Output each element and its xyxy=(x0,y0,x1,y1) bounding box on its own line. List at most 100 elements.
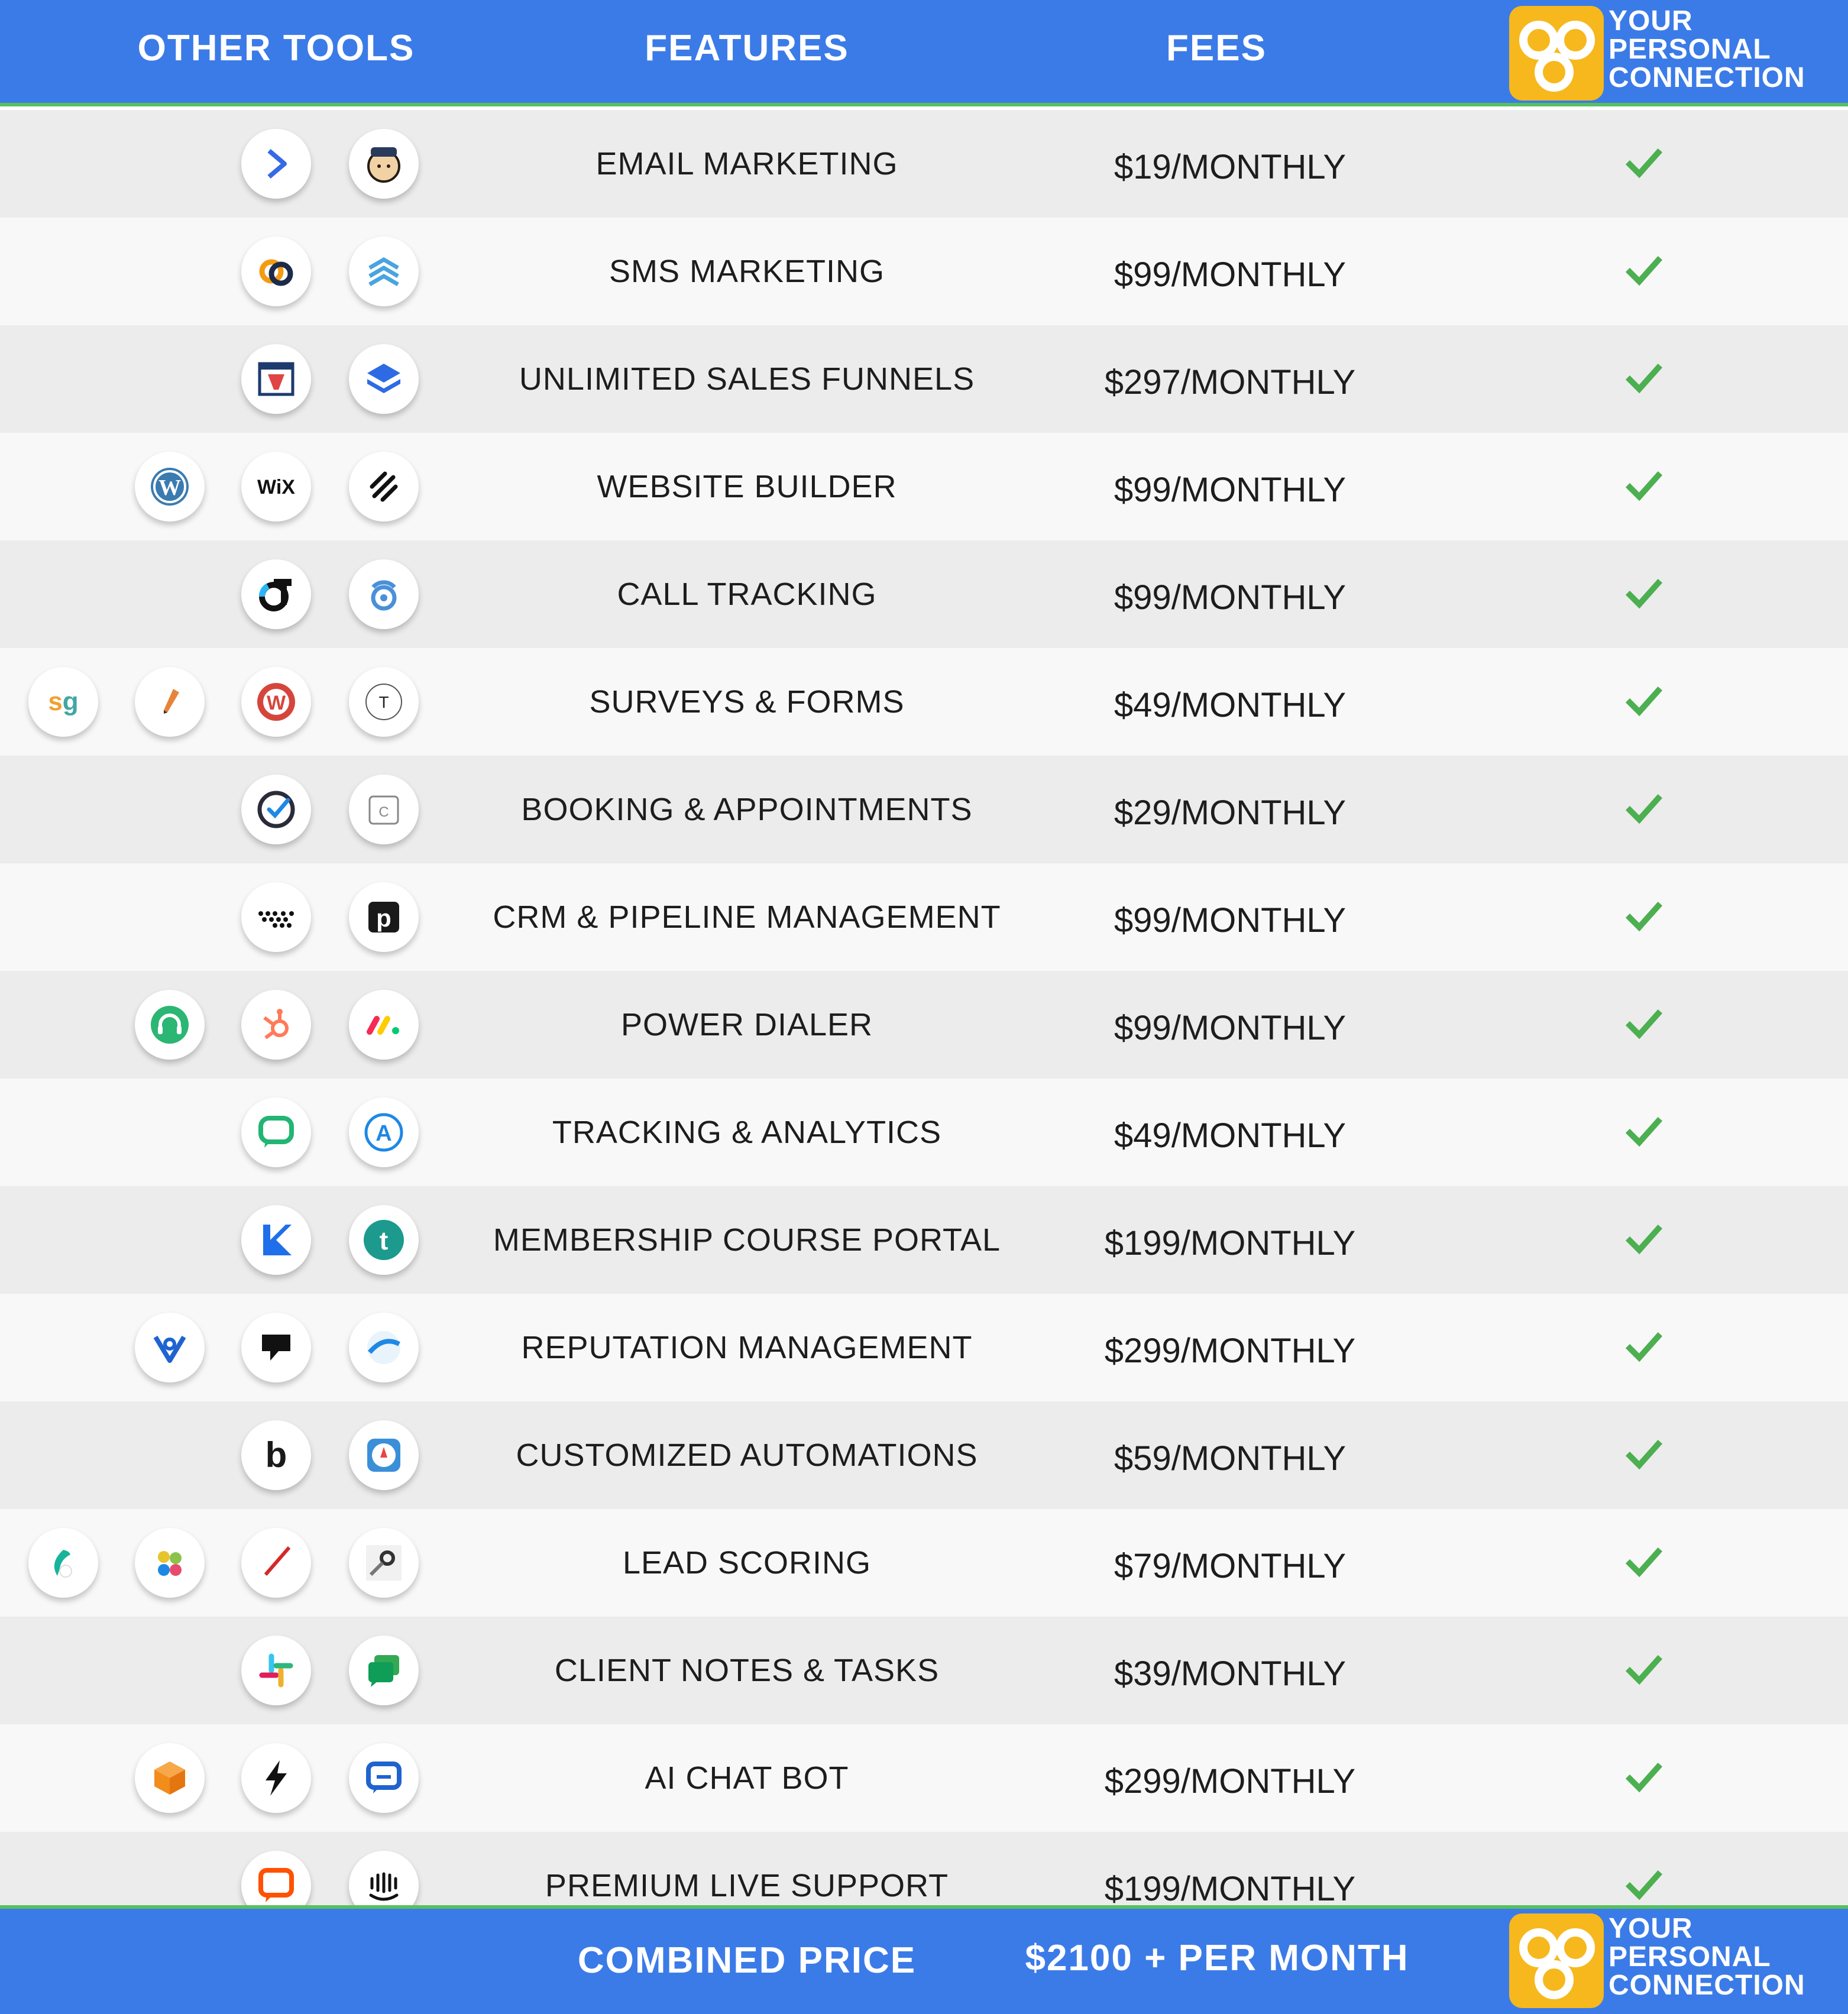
surveygizmo-icon: sg xyxy=(28,667,98,737)
fee-value: $39/MONTHLY xyxy=(1114,1654,1347,1693)
compass-icon xyxy=(349,1420,419,1490)
table-row: sg W T SURVEYS & FORMS $49/MONTHLY xyxy=(0,648,1848,756)
kajabi-icon xyxy=(241,1205,311,1275)
checkmark-icon xyxy=(1625,1436,1663,1474)
feature-name: REPUTATION MANAGEMENT xyxy=(521,1330,973,1365)
feature-name: CLIENT NOTES & TASKS xyxy=(554,1653,940,1688)
svg-text:t: t xyxy=(380,1226,389,1255)
teachable-icon: t xyxy=(349,1205,419,1275)
checkmark-icon xyxy=(1625,682,1663,720)
table-row: p CRM & PIPELINE MANAGEMENT $99/MONTHLY xyxy=(0,863,1848,971)
feature-name: WEBSITE BUILDER xyxy=(597,469,897,504)
table-row: AI CHAT BOT $299/MONTHLY xyxy=(0,1724,1848,1832)
combined-price-label: COMBINED PRICE xyxy=(577,1940,917,1981)
table-row: EMAIL MARKETING $19/MONTHLY xyxy=(0,110,1848,218)
svg-text:A: A xyxy=(376,1121,391,1146)
comparison-page: OTHER TOOLS FEATURES FEES YOUR PERSONAL … xyxy=(0,0,1848,2014)
checkmark-icon xyxy=(1625,1328,1663,1366)
table-row: LEAD SCORING $79/MONTHLY xyxy=(0,1509,1848,1617)
brand-badge-icon xyxy=(1509,6,1604,101)
combined-price-value: $2100 + PER MONTH xyxy=(1025,1938,1409,1979)
feature-name: POWER DIALER xyxy=(620,1007,873,1042)
pipedrive-icon: p xyxy=(349,882,419,952)
fee-value: $299/MONTHLY xyxy=(1104,1762,1356,1801)
analytics-icon: A xyxy=(349,1097,419,1167)
checkmark-icon xyxy=(1625,898,1663,935)
checkmark-icon xyxy=(1625,1759,1663,1796)
svg-text:C: C xyxy=(378,804,389,820)
layers-icon xyxy=(349,344,419,414)
chat-bubble-icon xyxy=(241,1097,311,1167)
monday-icon xyxy=(349,990,419,1060)
brand-line-3: CONNECTION xyxy=(1608,62,1805,93)
svg-text:WiX: WiX xyxy=(257,476,295,498)
needle-icon xyxy=(241,1528,311,1598)
table-row: CLIENT NOTES & TASKS $39/MONTHLY xyxy=(0,1617,1848,1724)
fee-value: $19/MONTHLY xyxy=(1114,148,1347,186)
checkmark-icon xyxy=(1625,144,1663,182)
mailchimp-icon xyxy=(349,129,419,199)
feature-name: AI CHAT BOT xyxy=(645,1760,849,1796)
feature-name: SURVEYS & FORMS xyxy=(589,684,905,720)
footer-brand-name: YOUR PERSONAL CONNECTION xyxy=(1608,1915,1805,2000)
svg-text:W: W xyxy=(267,692,286,714)
brand-line-1: YOUR xyxy=(1608,5,1693,37)
checkmark-icon xyxy=(1625,1220,1663,1258)
other-tools-heading: OTHER TOOLS xyxy=(137,28,415,69)
fee-value: $79/MONTHLY xyxy=(1114,1547,1347,1585)
table-row: b CUSTOMIZED AUTOMATIONS $59/MONTHLY xyxy=(0,1401,1848,1509)
leaf-icon xyxy=(28,1528,98,1598)
footer-band: COMBINED PRICE $2100 + PER MONTH YOUR PE… xyxy=(0,1905,1848,2014)
checkmark-icon xyxy=(1625,575,1663,613)
table-row: t MEMBERSHIP COURSE PORTAL $199/MONTHLY xyxy=(0,1186,1848,1294)
footer-brand-badge-icon xyxy=(1509,1913,1604,2008)
wix-icon: WiX xyxy=(241,452,311,522)
fee-value: $99/MONTHLY xyxy=(1114,471,1347,509)
hubspot-icon xyxy=(241,990,311,1060)
feature-name: CALL TRACKING xyxy=(617,577,877,612)
checkmark-icon xyxy=(1625,1651,1663,1689)
checkmark-icon xyxy=(1625,790,1663,828)
header-band: OTHER TOOLS FEATURES FEES YOUR PERSONAL … xyxy=(0,0,1848,106)
svg-text:W: W xyxy=(158,475,181,500)
brand-line-2: PERSONAL xyxy=(1608,34,1771,65)
feature-name: CRM & PIPELINE MANAGEMENT xyxy=(493,899,1001,935)
birdeye-icon xyxy=(135,1313,205,1382)
svg-text:p: p xyxy=(376,904,391,932)
clickfunnels-icon xyxy=(241,344,311,414)
table-row: W WiX WEBSITE BUILDER $99/MONTHLY xyxy=(0,433,1848,540)
lightning-icon xyxy=(241,1743,311,1813)
callrail-icon xyxy=(349,559,419,629)
fee-value: $199/MONTHLY xyxy=(1104,1224,1356,1262)
checkmark-icon xyxy=(1625,1866,1663,1904)
feature-name: EMAIL MARKETING xyxy=(595,146,898,182)
fee-value: $49/MONTHLY xyxy=(1114,1116,1347,1155)
chat-bot-icon xyxy=(349,1743,419,1813)
headset-icon xyxy=(135,990,205,1060)
check-circle-icon xyxy=(241,775,311,844)
svg-text:T: T xyxy=(378,693,389,711)
table-row: A TRACKING & ANALYTICS $49/MONTHLY xyxy=(0,1079,1848,1186)
feature-name: TRACKING & ANALYTICS xyxy=(552,1115,942,1150)
checkmark-icon xyxy=(1625,1005,1663,1043)
feature-name: CUSTOMIZED AUTOMATIONS xyxy=(516,1437,978,1473)
wordpress-icon: W xyxy=(135,452,205,522)
typeform-icon: T xyxy=(349,667,419,737)
calltrack-icon xyxy=(241,559,311,629)
fee-value: $297/MONTHLY xyxy=(1104,363,1356,401)
checkmark-icon xyxy=(1625,252,1663,290)
checkmark-icon xyxy=(1625,360,1663,397)
feature-name: UNLIMITED SALES FUNNELS xyxy=(519,361,975,397)
sms-link-icon xyxy=(241,237,311,306)
table-row: SMS MARKETING $99/MONTHLY xyxy=(0,218,1848,325)
features-heading: FEATURES xyxy=(645,28,849,69)
table-row: UNLIMITED SALES FUNNELS $297/MONTHLY xyxy=(0,325,1848,433)
footer-brand-line-3: CONNECTION xyxy=(1608,1970,1805,2001)
fee-value: $299/MONTHLY xyxy=(1104,1332,1356,1370)
bubble-icon: b xyxy=(241,1420,311,1490)
fee-value: $99/MONTHLY xyxy=(1114,1009,1347,1047)
fee-value: $59/MONTHLY xyxy=(1114,1439,1347,1478)
dots-icon xyxy=(241,882,311,952)
fee-value: $49/MONTHLY xyxy=(1114,686,1347,724)
review-icon xyxy=(349,1313,419,1382)
